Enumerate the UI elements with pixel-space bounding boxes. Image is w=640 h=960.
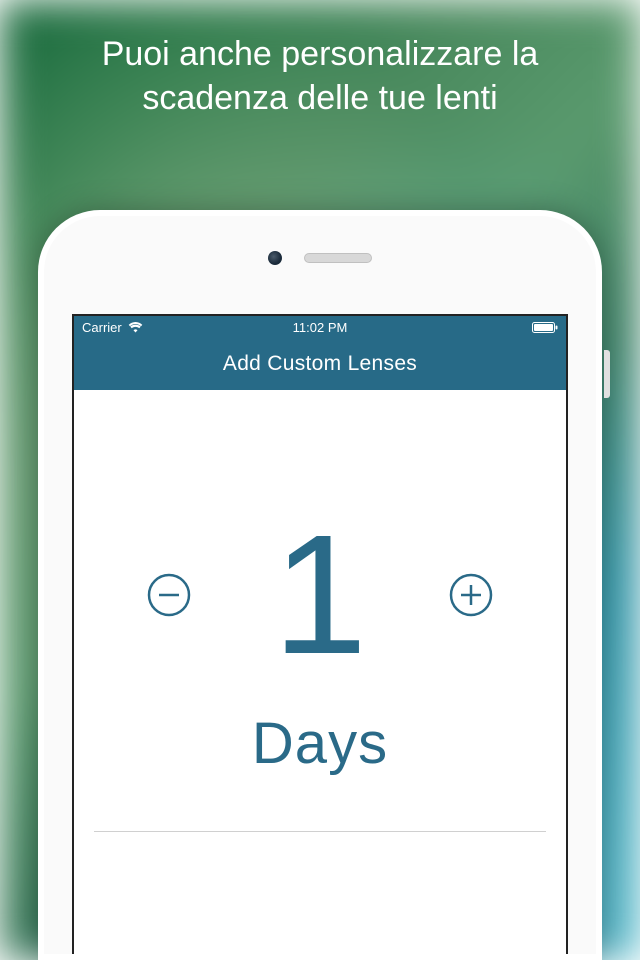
battery-icon [532, 322, 558, 333]
decrement-button[interactable] [144, 570, 194, 620]
wifi-icon [128, 322, 143, 333]
promo-headline: Puoi anche personalizzare la scadenza de… [0, 32, 640, 120]
carrier-label: Carrier [82, 320, 122, 335]
increment-button[interactable] [446, 570, 496, 620]
phone-camera [268, 251, 282, 265]
nav-title: Add Custom Lenses [223, 352, 417, 376]
nav-bar: Add Custom Lenses [74, 338, 566, 390]
plus-circle-icon [449, 573, 493, 617]
phone-speaker-area [268, 251, 372, 265]
divider [94, 831, 546, 832]
phone-device-frame: Carrier 11:02 PM [38, 210, 602, 960]
main-content: 1 Days [74, 390, 566, 832]
days-unit: Days [74, 710, 566, 777]
status-bar: Carrier 11:02 PM [74, 316, 566, 338]
minus-circle-icon [147, 573, 191, 617]
phone-power-button [604, 350, 610, 398]
status-time: 11:02 PM [293, 320, 348, 335]
phone-speaker [304, 253, 372, 263]
phone-screen: Carrier 11:02 PM [72, 314, 568, 954]
days-value: 1 [273, 510, 368, 680]
